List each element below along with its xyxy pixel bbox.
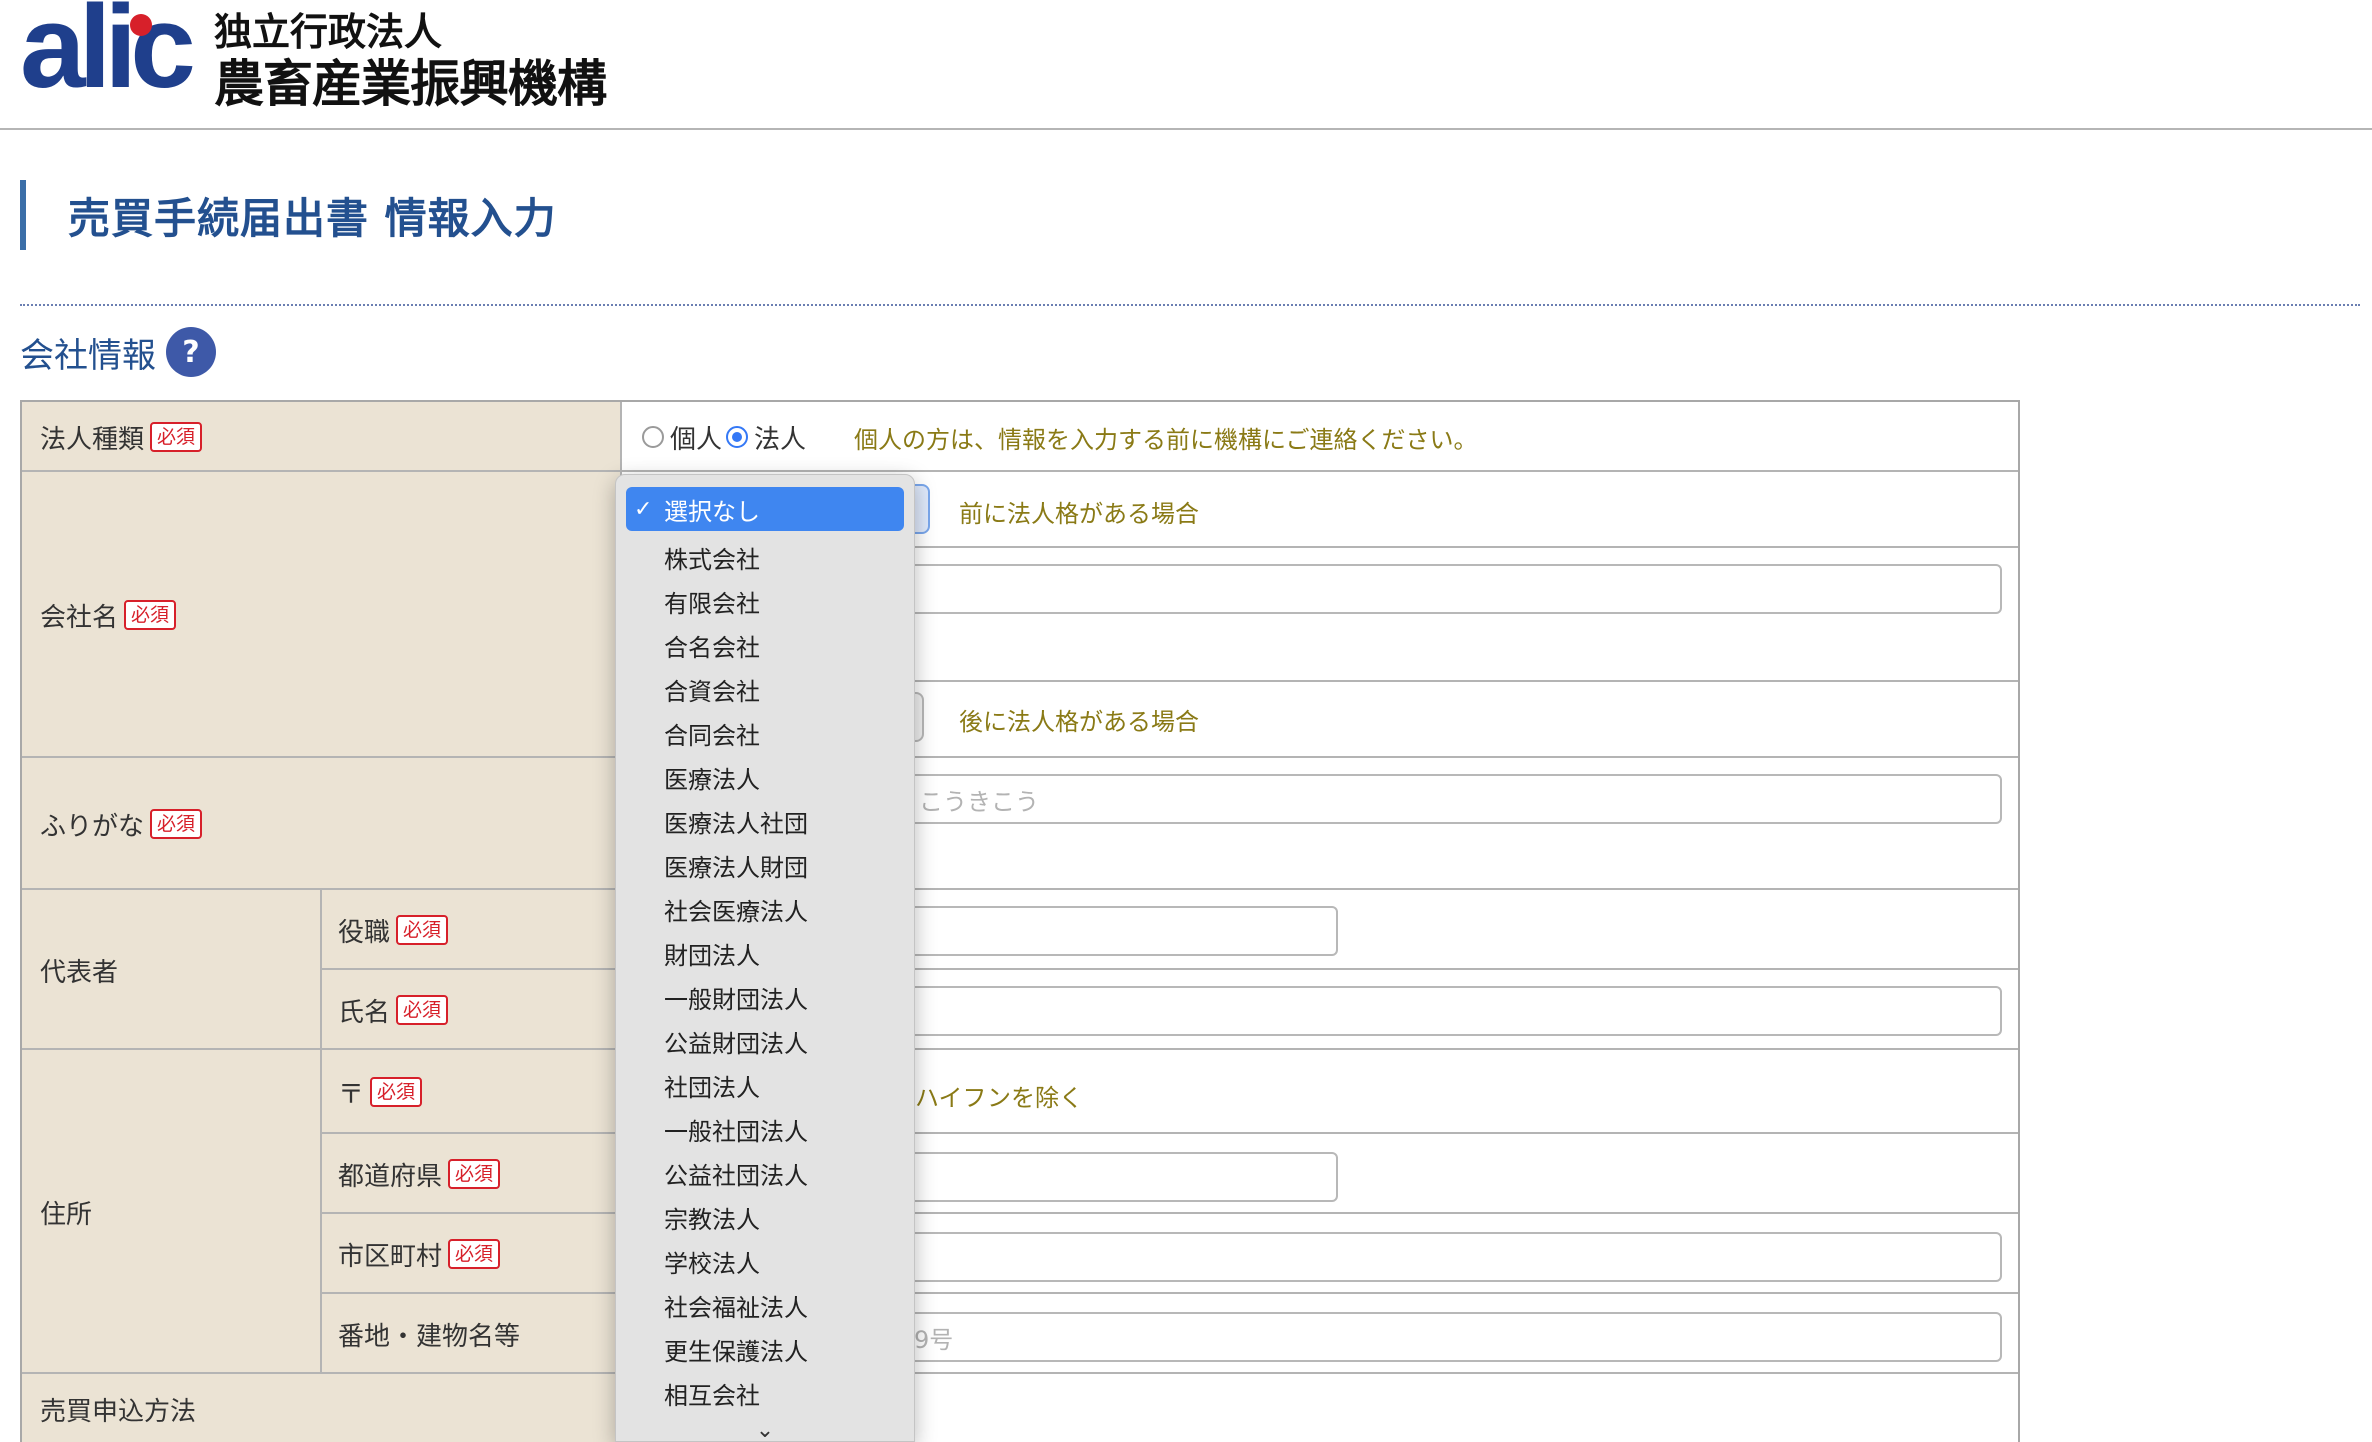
page-title: 売買手続届出書 情報入力 — [68, 193, 557, 243]
logo-mark: alic — [20, 0, 206, 120]
radio-individual[interactable] — [642, 426, 664, 448]
city-input[interactable] — [902, 1232, 2002, 1282]
alic-logo[interactable]: alic 独立行政法人 農畜産業振興機構 — [20, 0, 607, 120]
street-placeholder: 9号 — [914, 1325, 954, 1354]
org-line2: 農畜産業振興機構 — [214, 55, 607, 113]
rep-name-label: 氏名 — [338, 997, 391, 1028]
dropdown-option[interactable]: 合名会社 — [616, 623, 914, 667]
postal-note: ハイフンを除く — [915, 1084, 1083, 1112]
street-label: 番地・建物名等 — [338, 1321, 521, 1352]
required-badge: 必須 — [448, 1239, 501, 1269]
postal-label: 〒 — [338, 1079, 365, 1110]
label-rep-name: 氏名 必須 — [322, 970, 622, 1050]
corp-prefix-dropdown[interactable]: ✓ 選択なし 株式会社 有限会社 合名会社 合資会社 合同会社 医療法人 医療法… — [615, 474, 915, 1442]
required-badge: 必須 — [396, 915, 449, 945]
dropdown-option[interactable]: 公益財団法人 — [616, 1019, 914, 1063]
dropdown-option[interactable]: 相互会社 — [616, 1371, 914, 1415]
dropdown-option[interactable]: 合同会社 — [616, 711, 914, 755]
dropdown-option[interactable]: 財団法人 — [616, 931, 914, 975]
corp-type-note: 個人の方は、情報を入力する前に機構にご連絡ください。 — [854, 426, 1478, 454]
city-label: 市区町村 — [338, 1241, 443, 1272]
divider — [22, 1372, 2018, 1374]
logo-mark-text: alic — [20, 0, 196, 113]
corp-type-label: 法人種類 — [40, 424, 145, 455]
dropdown-option[interactable]: 一般財団法人 — [616, 975, 914, 1019]
rep-name-input[interactable] — [902, 986, 2002, 1036]
dropdown-option[interactable]: 社会福祉法人 — [616, 1283, 914, 1327]
dropdown-option[interactable]: 医療法人 — [616, 755, 914, 799]
help-icon[interactable]: ? — [166, 327, 216, 377]
company-info-table: 法人種類 必須 会社名 必須 ふりがな 必須 代表者 役職 必須 氏名 必須 住… — [20, 400, 2020, 1442]
label-rep-title: 役職 必須 — [322, 890, 622, 970]
prefecture-input[interactable] — [902, 1152, 1338, 1202]
section-heading: 会社情報 ? — [20, 326, 216, 378]
label-representative: 代表者 — [22, 890, 322, 1050]
logo-org-name: 独立行政法人 農畜産業振興機構 — [214, 10, 607, 114]
label-postal: 〒 必須 — [322, 1050, 622, 1134]
dropdown-option[interactable]: 株式会社 — [616, 535, 914, 579]
dropdown-option[interactable]: 一般社団法人 — [616, 1107, 914, 1151]
label-street: 番地・建物名等 — [322, 1294, 622, 1374]
required-badge: 必須 — [150, 809, 203, 839]
dropdown-option-label: 選択なし — [664, 497, 760, 526]
rep-title-label: 役職 — [338, 917, 391, 948]
suffix-note: 後に法人格がある場合 — [959, 708, 1199, 736]
section-title: 会社情報 — [20, 335, 156, 376]
dropdown-option[interactable]: 社会医療法人 — [616, 887, 914, 931]
furigana-label: ふりがな — [40, 811, 145, 842]
dropdown-option-selected[interactable]: ✓ 選択なし — [626, 487, 904, 531]
divider — [22, 1048, 2018, 1050]
org-line1: 独立行政法人 — [214, 10, 443, 54]
street-input[interactable]: 9号 — [902, 1312, 2002, 1362]
dropdown-option[interactable]: 医療法人社団 — [616, 799, 914, 843]
required-badge: 必須 — [150, 422, 203, 452]
site-header: alic 独立行政法人 農畜産業振興機構 — [0, 0, 2372, 130]
sale-method-label: 売買申込方法 — [40, 1396, 197, 1427]
divider — [322, 1212, 2018, 1214]
dropdown-option[interactable]: 学校法人 — [616, 1239, 914, 1283]
divider — [22, 470, 2018, 472]
dropdown-option[interactable]: 公益社団法人 — [616, 1151, 914, 1195]
title-divider — [20, 304, 2360, 306]
required-badge: 必須 — [124, 600, 177, 630]
prefecture-label: 都道府県 — [338, 1161, 443, 1192]
label-city: 市区町村 必須 — [322, 1214, 622, 1294]
corp-type-radios: 個人 法人 — [642, 402, 810, 472]
representative-label: 代表者 — [40, 957, 119, 988]
rep-title-input[interactable] — [902, 906, 1338, 956]
label-corp-type: 法人種類 必須 — [22, 402, 622, 472]
furigana-placeholder: こうきこう — [919, 787, 1039, 816]
dropdown-option[interactable]: 合資会社 — [616, 667, 914, 711]
radio-corporation-label: 法人 — [754, 424, 807, 455]
chevron-down-icon[interactable]: ⌄ — [616, 1415, 914, 1442]
radio-individual-label: 個人 — [670, 424, 723, 455]
logo-red-dot — [130, 14, 152, 36]
required-badge: 必須 — [448, 1159, 501, 1189]
dropdown-option[interactable]: 医療法人財団 — [616, 843, 914, 887]
radio-corporation[interactable] — [726, 426, 749, 448]
dropdown-option[interactable]: 有限会社 — [616, 579, 914, 623]
divider — [22, 888, 2018, 890]
dropdown-option[interactable]: 社団法人 — [616, 1063, 914, 1107]
prefix-note: 前に法人格がある場合 — [959, 500, 1199, 528]
label-furigana: ふりがな 必須 — [22, 758, 622, 890]
divider — [322, 1132, 2018, 1134]
check-icon: ✓ — [634, 496, 653, 522]
address-label: 住所 — [40, 1199, 93, 1230]
label-address: 住所 — [22, 1050, 322, 1374]
dropdown-option[interactable]: 宗教法人 — [616, 1195, 914, 1239]
dropdown-option[interactable]: 更生保護法人 — [616, 1327, 914, 1371]
required-badge: 必須 — [370, 1077, 423, 1107]
label-sale-method: 売買申込方法 — [22, 1374, 622, 1442]
label-company-name: 会社名 必須 — [22, 472, 622, 758]
company-name-label: 会社名 — [40, 602, 119, 633]
divider — [322, 968, 2018, 970]
company-name-input[interactable] — [902, 564, 2002, 614]
divider — [322, 1292, 2018, 1294]
required-badge: 必須 — [396, 995, 449, 1025]
page-title-block: 売買手続届出書 情報入力 — [20, 180, 557, 250]
label-prefecture: 都道府県 必須 — [322, 1134, 622, 1214]
furigana-input[interactable]: こうきこう — [902, 774, 2002, 824]
divider — [22, 756, 2018, 758]
